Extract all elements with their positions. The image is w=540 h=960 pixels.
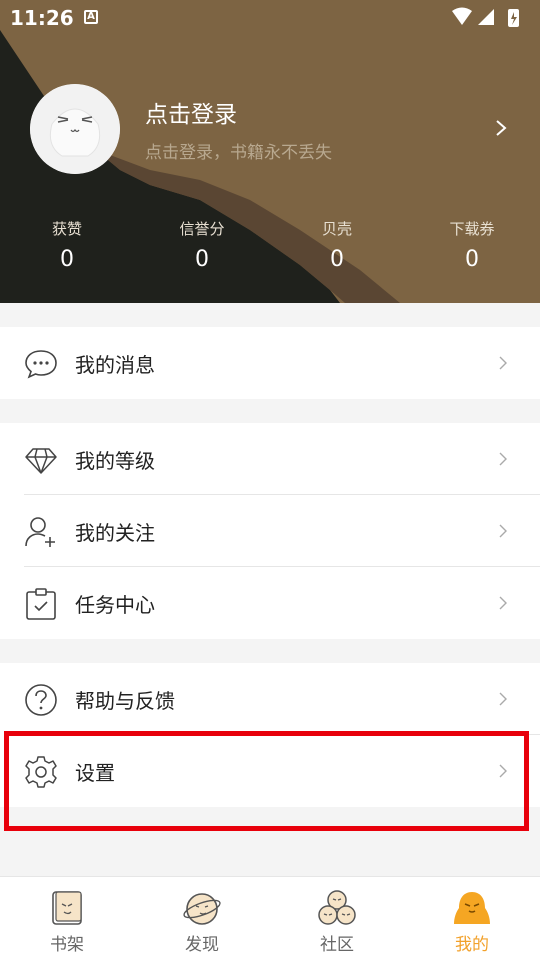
- profile-header: 11:26 A 点击登录 点击登录，书籍永不丢失 获赞 0 信誉分 0 贝壳 0: [0, 0, 540, 303]
- status-bar: 11:26 A: [0, 0, 540, 36]
- tab-profile[interactable]: 我的: [422, 877, 522, 960]
- avatar[interactable]: [30, 84, 120, 174]
- chevron-right-icon: [499, 356, 507, 370]
- menu-item-label: 帮助与反馈: [75, 689, 175, 713]
- chat-bubble-icon: [25, 350, 57, 379]
- stat-label: 信誉分: [179, 220, 225, 238]
- menu-item-messages[interactable]: 我的消息: [0, 327, 540, 399]
- menu-item-label: 我的等级: [75, 449, 155, 473]
- menu-item-level[interactable]: 我的等级: [0, 423, 540, 495]
- login-title[interactable]: 点击登录: [145, 95, 237, 129]
- diamond-icon: [25, 448, 57, 474]
- tab-label: 发现: [185, 935, 219, 955]
- stat-value: 0: [195, 247, 209, 272]
- notification-icon: A: [84, 10, 98, 24]
- chevron-right-icon: [499, 764, 507, 778]
- tab-discover[interactable]: 发现: [152, 877, 252, 960]
- profile-icon: [454, 892, 490, 924]
- menu-item-tasks[interactable]: 任务中心: [0, 567, 540, 639]
- menu-item-label: 设置: [75, 761, 115, 785]
- bottom-nav: 书架 发现 社区 我的: [0, 876, 540, 960]
- add-user-icon: [25, 517, 55, 547]
- bookshelf-icon: [52, 891, 82, 925]
- stat-credit[interactable]: 信誉分 0: [142, 218, 262, 272]
- stat-coupons[interactable]: 下载券 0: [412, 218, 532, 272]
- menu-item-label: 我的关注: [75, 521, 155, 545]
- help-icon: [25, 684, 57, 716]
- gear-icon: [25, 756, 57, 788]
- tab-label: 社区: [320, 935, 354, 955]
- stat-value: 0: [60, 247, 74, 272]
- status-time: 11:26: [10, 6, 74, 30]
- chevron-right-icon: [499, 692, 507, 706]
- menu-group-support: 帮助与反馈 设置: [0, 663, 540, 807]
- tab-bookshelf[interactable]: 书架: [17, 877, 117, 960]
- menu-item-help[interactable]: 帮助与反馈: [0, 663, 540, 735]
- menu-item-settings[interactable]: 设置: [0, 735, 540, 807]
- menu-item-label: 任务中心: [75, 593, 155, 617]
- clipboard-check-icon: [26, 588, 56, 620]
- login-subtitle: 点击登录，书籍永不丢失: [145, 143, 332, 163]
- stat-label: 下载券: [449, 220, 495, 238]
- tab-label: 书架: [50, 935, 84, 955]
- tab-community[interactable]: 社区: [287, 877, 387, 960]
- avatar-face-icon: [30, 84, 120, 174]
- chevron-right-icon: [499, 596, 507, 610]
- wifi-icon: [452, 7, 472, 25]
- menu-item-label: 我的消息: [75, 353, 155, 377]
- stat-label: 获赞: [51, 220, 82, 238]
- stat-likes[interactable]: 获赞 0: [7, 218, 127, 272]
- community-icon: [318, 890, 356, 925]
- status-icons: [452, 7, 519, 27]
- menu-group-messages: 我的消息: [0, 327, 540, 399]
- discover-icon: [183, 893, 221, 925]
- tab-label: 我的: [455, 935, 489, 955]
- chevron-right-icon: [499, 524, 507, 538]
- chevron-right-icon: [499, 452, 507, 466]
- menu-item-follow[interactable]: 我的关注: [0, 495, 540, 567]
- stat-shells[interactable]: 贝壳 0: [277, 218, 397, 272]
- stat-value: 0: [465, 247, 479, 272]
- signal-icon: [478, 9, 494, 25]
- stat-label: 贝壳: [321, 220, 352, 238]
- menu-group-account: 我的等级 我的关注 任务中心: [0, 423, 540, 639]
- chevron-right-icon[interactable]: [494, 118, 508, 138]
- stat-value: 0: [330, 247, 344, 272]
